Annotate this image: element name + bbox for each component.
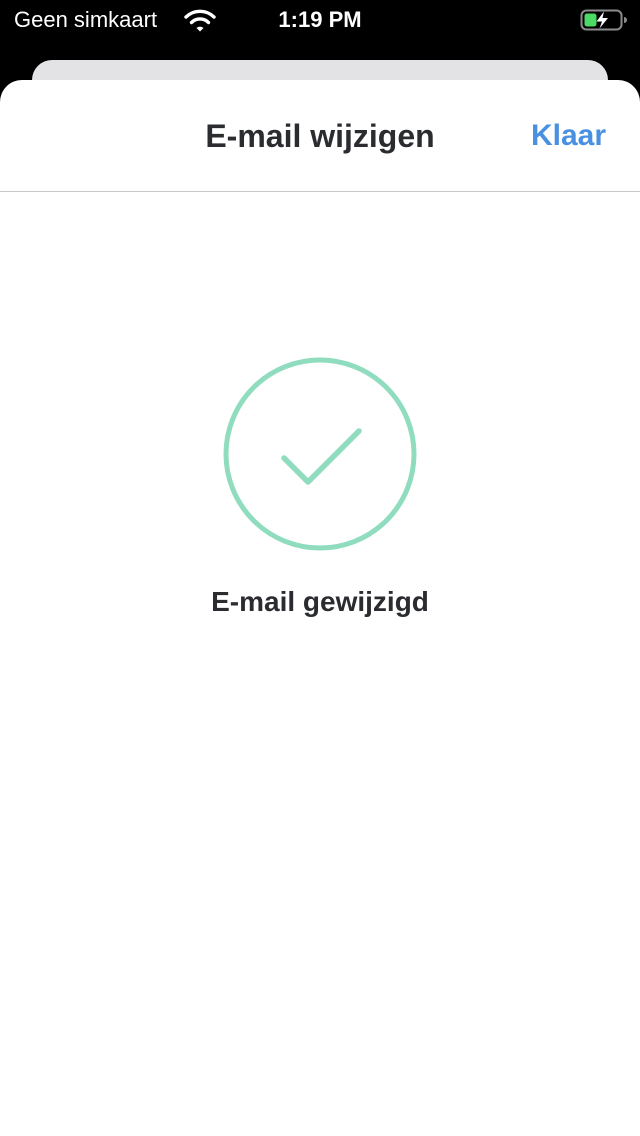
status-time: 1:19 PM (278, 7, 362, 32)
screen: Geen simkaart 1:19 PM E-mail wijzigen Kl… (0, 0, 640, 1136)
checkmark-circle-icon (223, 357, 417, 551)
done-button[interactable]: Klaar (531, 116, 606, 156)
navigation-bar: E-mail wijzigen Klaar (0, 80, 640, 192)
modal-sheet: E-mail wijzigen Klaar E-mail gewijzigd (0, 80, 640, 1136)
battery-charging-icon (580, 9, 627, 31)
success-message: E-mail gewijzigd (211, 586, 429, 617)
status-bar: Geen simkaart 1:19 PM (0, 0, 640, 40)
